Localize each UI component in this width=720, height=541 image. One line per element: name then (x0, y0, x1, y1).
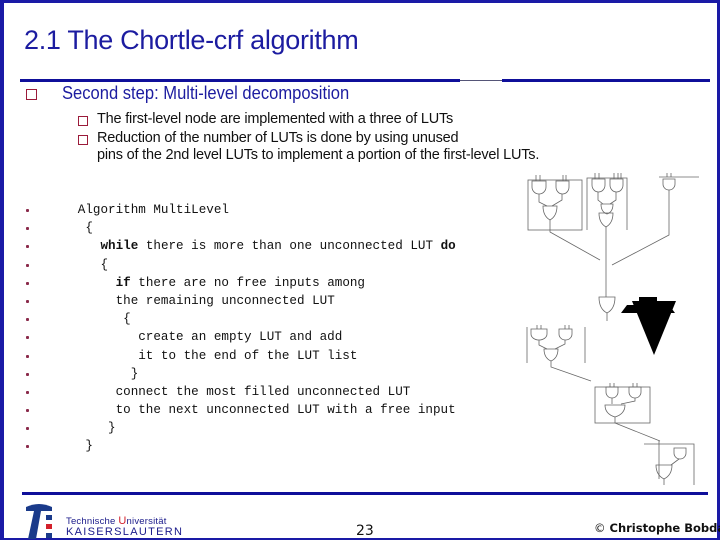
code-text: Algorithm MultiLevel (40, 201, 229, 219)
page-number: 23 (356, 523, 374, 539)
or-gate-icon (544, 349, 558, 361)
and-gate-icon (629, 387, 641, 398)
sub-bullet-text: The first-level node are implemented wit… (97, 111, 453, 128)
sub-bullet: Reduction of the number of LUTs is done … (78, 130, 539, 164)
bullet-dot-icon (26, 409, 29, 412)
bullet-dot-icon (26, 336, 29, 339)
first-level-lut-tree (528, 173, 699, 321)
and-gate-icon (592, 179, 605, 192)
arrow-head (632, 301, 676, 355)
code-text: { (40, 310, 131, 328)
code-text: { (40, 256, 108, 274)
code-text: it to the end of the LUT list (40, 347, 357, 365)
bullet-dot-icon (26, 318, 29, 321)
or-gate-icon (543, 206, 557, 220)
bullet-dot-icon (26, 391, 29, 394)
lut-box (528, 180, 582, 230)
multi-level-lut-chain (527, 325, 694, 485)
and-gate-icon (674, 448, 686, 459)
or-gate-icon (599, 297, 615, 313)
slide: 2.1 The Chortle-crf algorithm Second ste… (0, 0, 720, 540)
and-gate-icon (559, 329, 572, 340)
title-divider-right (502, 79, 710, 82)
main-bullet: Second step: Multi-level decomposition (26, 83, 374, 104)
and-gate-icon (663, 179, 675, 190)
code-text: connect the most filled unconnected LUT (40, 383, 410, 401)
square-bullet-icon (26, 89, 37, 100)
bullet-dot-icon (26, 355, 29, 358)
and-gate-icon (610, 179, 623, 192)
code-keyword: if (116, 276, 131, 290)
sub-bullet-text: Reduction of the number of LUTs is done … (97, 130, 539, 147)
copyright-icon: © (594, 521, 606, 535)
or-gate-icon (656, 465, 672, 479)
down-arrow-icon (621, 297, 676, 355)
code-keyword: while (100, 239, 138, 253)
sub-bullet: The first-level node are implemented wit… (78, 111, 453, 128)
code-text: } (40, 419, 116, 437)
code-text: } (40, 365, 138, 383)
bullet-dot-icon (26, 300, 29, 303)
and-gate-icon (532, 181, 546, 194)
bullet-dot-icon (26, 209, 29, 212)
and-gate-icon (531, 329, 547, 340)
square-bullet-icon (78, 116, 88, 126)
bullet-dot-icon (26, 445, 29, 448)
square-bullet-icon (78, 135, 88, 145)
slide-title: 2.1 The Chortle-crf algorithm (24, 25, 358, 56)
code-text: if there are no free inputs among (40, 274, 365, 292)
or-gate-icon (605, 405, 625, 417)
code-keyword: do (441, 239, 456, 253)
university-logo: Technische Universität KAISERSLAUTERN (24, 501, 174, 541)
bullet-dot-icon (26, 282, 29, 285)
code-text: the remaining unconnected LUT (40, 292, 335, 310)
code-text: { (40, 219, 93, 237)
lut-box (644, 444, 694, 485)
bullet-dot-icon (26, 373, 29, 376)
tu-kl-logo-icon (24, 501, 64, 541)
bullet-dot-icon (26, 427, 29, 430)
lut-decomposition-diagram (519, 165, 719, 485)
code-text: } (40, 437, 93, 455)
bullet-dot-icon (26, 245, 29, 248)
title-divider (20, 79, 460, 82)
logo-line-2: KAISERSLAUTERN (66, 526, 183, 538)
footer-divider (22, 492, 708, 495)
or-gate-icon (599, 213, 613, 227)
author-name: Christophe Bobda (610, 521, 720, 535)
code-text: to the next unconnected LUT with a free … (40, 401, 456, 419)
code-text: create an empty LUT and add (40, 328, 342, 346)
and-gate-icon (606, 387, 618, 398)
or-gate-icon (601, 204, 613, 214)
and-gate-icon (556, 181, 569, 194)
main-bullet-text: Second step: Multi-level decomposition (62, 83, 349, 104)
bullet-dot-icon (26, 264, 29, 267)
sub-bullet-text: pins of the 2nd level LUTs to implement … (97, 147, 539, 164)
code-text: while there is more than one unconnected… (40, 237, 456, 255)
copyright: © Christophe Bobda (594, 521, 720, 535)
title-divider-thin (460, 80, 502, 81)
bullet-dot-icon (26, 227, 29, 230)
